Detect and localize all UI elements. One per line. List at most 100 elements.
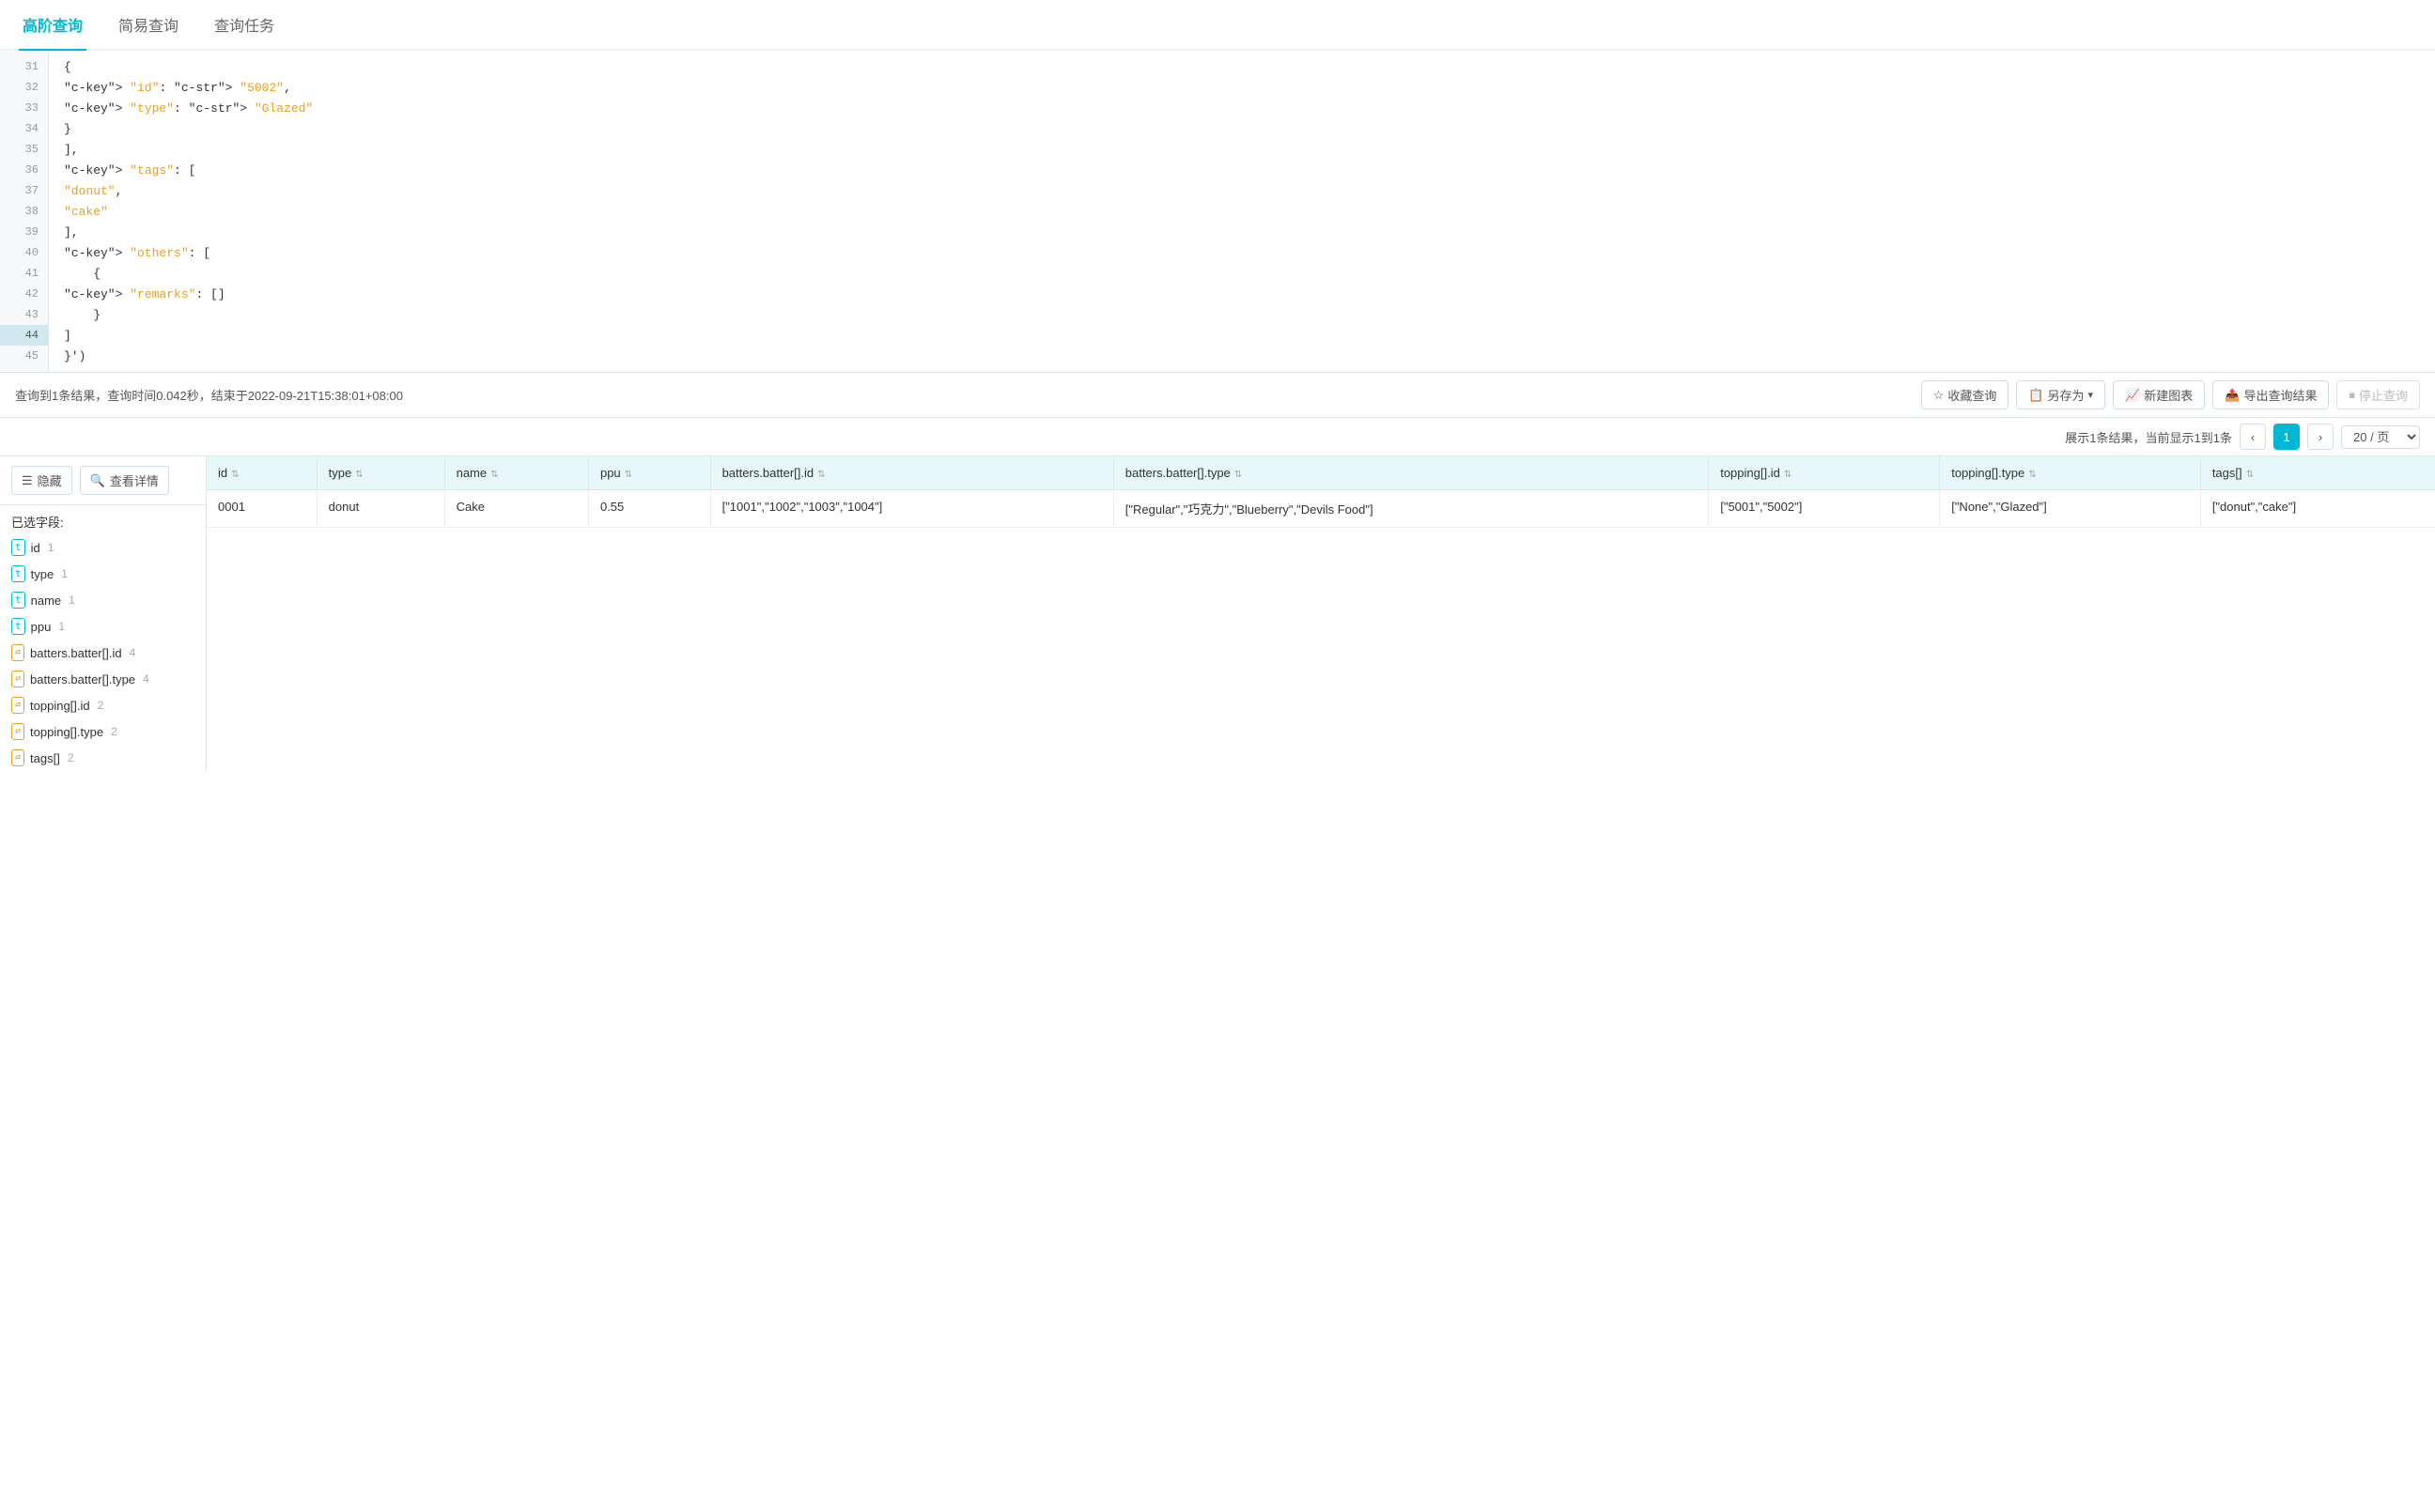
hide-icon: ☰ [22,473,33,488]
sort-icon: ⇅ [2028,470,2036,480]
pagination-summary: 展示1条结果，当前显示1到1条 [2065,428,2232,446]
col-header-topping_id[interactable]: topping[].id⇅ [1709,456,1940,490]
line-number-40: 40 [0,242,48,263]
field-count-label: 1 [48,541,54,554]
line-number-34: 34 [0,118,48,139]
field-count-label: 2 [111,725,117,738]
code-line-31: { [49,56,2435,77]
line-numbers: 313233343536373839404142434445 [0,51,49,372]
new-chart-button[interactable]: 📈 新建图表 [2113,380,2205,409]
field-type-badge: t [11,618,25,635]
line-number-36: 36 [0,160,48,180]
line-number-43: 43 [0,304,48,325]
tab-task[interactable]: 查询任务 [210,0,278,51]
field-count-label: 4 [143,672,149,686]
field-type-badge: ⇄ [11,749,24,766]
field-item-ppu[interactable]: tppu1 [0,613,206,640]
save-icon: 📋 [2028,388,2043,403]
field-type-badge: ⇄ [11,671,24,687]
field-item-topping___id[interactable]: ⇄topping[].id2 [0,692,206,718]
stop-button[interactable]: ⏹ 停止查询 [2336,380,2420,409]
col-header-batters_id[interactable]: batters.batter[].id⇅ [710,456,1113,490]
line-number-33: 33 [0,98,48,118]
field-item-name[interactable]: tname1 [0,587,206,613]
col-header-name[interactable]: name⇅ [444,456,588,490]
field-item-batters_batter___type[interactable]: ⇄batters.batter[].type4 [0,666,206,692]
cell-tags: ["donut","cake"] [2200,490,2435,528]
code-content[interactable]: { "c-key"> "id": "c-str"> "5002", "c-key… [49,51,2435,372]
tab-advanced[interactable]: 高阶查询 [19,0,86,51]
fields-label: 已选字段: [0,505,206,534]
col-header-type[interactable]: type⇅ [317,456,444,490]
main-content: ☰ 隐藏 🔍 查看详情 已选字段: tid1ttype1tname1tppu1⇄… [0,456,2435,771]
cell-batters_id: ["1001","1002","1003","1004"] [710,490,1113,528]
code-line-37: "donut", [49,180,2435,201]
cell-ppu: 0.55 [588,490,710,528]
tab-simple[interactable]: 简易查询 [115,0,182,51]
sort-icon: ⇅ [490,470,498,480]
result-actions: ☆ 收藏查询 📋 另存为 📈 新建图表 📤 导出查询结果 ⏹ 停止查询 [1921,380,2420,409]
code-line-39: ], [49,222,2435,242]
line-number-35: 35 [0,139,48,160]
next-page-button[interactable]: › [2307,424,2334,450]
sort-icon: ⇅ [1234,470,1242,480]
cell-topping_type: ["None","Glazed"] [1940,490,2201,528]
export-button[interactable]: 📤 导出查询结果 [2212,380,2329,409]
field-count-label: 1 [69,594,75,607]
col-header-id[interactable]: id⇅ [207,456,317,490]
star-icon: ☆ [1933,388,1945,403]
code-line-40: "c-key"> "others": [ [49,242,2435,263]
code-line-44: ] [49,325,2435,346]
pagination-bar: 展示1条结果，当前显示1到1条 ‹ 1 › 20 / 页 50 / 页 100 … [0,418,2435,456]
field-item-type[interactable]: ttype1 [0,561,206,587]
code-line-38: "cake" [49,201,2435,222]
app-container: 高阶查询 简易查询 查询任务 3132333435363738394041424… [0,0,2435,1512]
stop-icon: ⏹ [2349,388,2355,403]
field-type-badge: t [11,539,25,556]
code-line-45: }') [49,346,2435,366]
chart-icon: 📈 [2125,388,2140,403]
table-area: id⇅type⇅name⇅ppu⇅batters.batter[].id⇅bat… [207,456,2435,771]
col-header-ppu[interactable]: ppu⇅ [588,456,710,490]
favorite-button[interactable]: ☆ 收藏查询 [1921,380,2009,409]
page-1-button[interactable]: 1 [2273,424,2300,450]
field-type-badge: t [11,592,25,609]
line-number-42: 42 [0,284,48,304]
cell-topping_id: ["5001","5002"] [1709,490,1940,528]
hide-button[interactable]: ☰ 隐藏 [11,466,72,495]
field-type-badge: ⇄ [11,723,24,740]
field-count-label: 2 [98,699,104,712]
col-header-batters_type[interactable]: batters.batter[].type⇅ [1113,456,1708,490]
code-line-35: ], [49,139,2435,160]
code-line-41: { [49,263,2435,284]
field-type-badge: ⇄ [11,697,24,714]
page-size-select[interactable]: 20 / 页 50 / 页 100 / 页 [2341,425,2420,449]
sort-icon: ⇅ [625,470,632,480]
col-header-topping_type[interactable]: topping[].type⇅ [1940,456,2201,490]
export-icon: 📤 [2225,388,2240,403]
result-summary: 查询到1条结果，查询时间0.042秒，结束于2022-09-21T15:38:0… [15,386,403,404]
line-number-44: 44 [0,325,48,346]
col-header-tags[interactable]: tags[]⇅ [2200,456,2435,490]
sort-icon: ⇅ [355,470,363,480]
field-item-batters_batter___id[interactable]: ⇄batters.batter[].id4 [0,640,206,666]
field-item-tags__[interactable]: ⇄tags[]2 [0,745,206,771]
code-line-33: "c-key"> "type": "c-str"> "Glazed" [49,98,2435,118]
field-name-label: ppu [31,620,52,634]
code-line-32: "c-key"> "id": "c-str"> "5002", [49,77,2435,98]
sidebar-actions: ☰ 隐藏 🔍 查看详情 [0,456,206,505]
field-count-label: 4 [130,646,136,659]
code-line-42: "c-key"> "remarks": [] [49,284,2435,304]
field-item-id[interactable]: tid1 [0,534,206,561]
save-as-button[interactable]: 📋 另存为 [2016,380,2105,409]
result-bar: 查询到1条结果，查询时间0.042秒，结束于2022-09-21T15:38:0… [0,373,2435,418]
sort-icon: ⇅ [231,470,239,480]
prev-page-button[interactable]: ‹ [2240,424,2266,450]
code-line-36: "c-key"> "tags": [ [49,160,2435,180]
field-type-badge: t [11,565,25,582]
code-line-34: } [49,118,2435,139]
cell-batters_type: ["Regular","巧克力","Blueberry","Devils Foo… [1113,490,1708,528]
field-name-label: tags[] [30,751,60,765]
field-item-topping___type[interactable]: ⇄topping[].type2 [0,718,206,745]
view-details-button[interactable]: 🔍 查看详情 [80,466,169,495]
